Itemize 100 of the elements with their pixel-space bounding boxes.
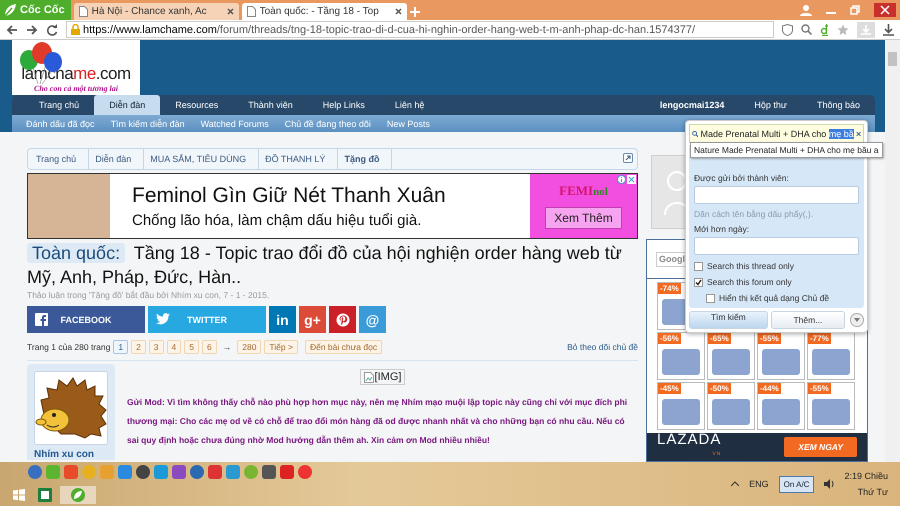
close-icon[interactable] xyxy=(394,8,402,15)
avatar[interactable] xyxy=(34,371,108,445)
language-indicator[interactable]: ENG xyxy=(749,479,769,489)
ad-banner[interactable]: Feminol Gìn Giữ Nét Thanh Xuân Chống lão hóa, làm chậm dấu hiệu tuổi già. FEMInol Xem Thêm xyxy=(27,173,638,239)
download-icon[interactable] xyxy=(883,24,894,36)
facebook-icon xyxy=(35,313,48,326)
breadcrumb-link[interactable]: Diễn đàn xyxy=(89,149,144,169)
user-icon[interactable] xyxy=(800,4,812,16)
page-link[interactable]: 2 xyxy=(131,340,146,354)
breadcrumb-link[interactable]: Tặng đồ xyxy=(338,149,392,169)
username-link[interactable]: lengocmai1234 xyxy=(644,95,740,115)
app-icon[interactable] xyxy=(172,465,186,479)
checkbox[interactable] xyxy=(694,262,703,270)
autocomplete-suggestion[interactable]: Nature Made Prenatal Multi + DHA cho mẹ bầu a xyxy=(690,142,882,158)
product-photo xyxy=(712,349,750,375)
nav-tab[interactable]: Diễn đàn xyxy=(94,95,160,115)
clock-day[interactable]: Thứ Tư xyxy=(858,487,888,497)
page-link[interactable]: 280 xyxy=(237,340,262,354)
forward-icon[interactable] xyxy=(26,24,38,36)
discount-badge: -55% xyxy=(808,383,831,394)
nav-tab[interactable]: Thành viên xyxy=(233,95,308,115)
page-summary: Trang 1 của 280 trang xyxy=(27,342,110,352)
close-icon[interactable] xyxy=(856,130,861,138)
discount-badge: -50% xyxy=(708,383,731,394)
pinterest-share-button[interactable] xyxy=(329,306,356,333)
popout-icon[interactable] xyxy=(623,153,633,163)
pinterest-icon xyxy=(336,312,350,326)
discount-badge: -44% xyxy=(758,383,781,394)
page-link[interactable]: 4 xyxy=(166,340,182,354)
discount-badge: -45% xyxy=(658,383,681,394)
search-field[interactable]: Made Prenatal Multi + DHA cho mẹ bầ xyxy=(689,124,864,143)
info-icon[interactable] xyxy=(617,175,626,184)
back-icon[interactable] xyxy=(6,24,18,36)
nav-link[interactable]: Thông báo xyxy=(802,95,875,115)
next-page-link[interactable]: Tiếp > xyxy=(264,340,298,354)
facebook-share-button[interactable]: FACEBOOK xyxy=(27,306,145,333)
nav-link[interactable]: Hộp thư xyxy=(739,95,802,115)
app-icon[interactable] xyxy=(136,465,150,479)
caret-icon xyxy=(854,318,860,322)
nav-tab[interactable]: Liên hệ xyxy=(380,95,440,115)
reload-icon[interactable] xyxy=(46,24,58,36)
ad-headline: Feminol Gìn Giữ Nét Thanh Xuân xyxy=(132,184,447,208)
brand-logo: FEMInol xyxy=(559,183,608,199)
scrollbar-thumb[interactable] xyxy=(888,52,897,66)
checkbox[interactable] xyxy=(706,294,715,302)
linkedin-share-button[interactable]: in xyxy=(269,306,296,333)
unread-link[interactable]: Đến bài chưa đọc xyxy=(304,340,382,354)
address-bar[interactable]: https://www.lamchame.com/forum/threads/tng-18-topic-trao-di-d-cua-hi-nghin-order-hang-web-t-m-anh-phap-dc-han.1574377/ xyxy=(66,21,774,38)
discount-badge: -56% xyxy=(658,333,681,344)
app-icon[interactable] xyxy=(298,465,312,479)
app-icon[interactable] xyxy=(280,465,294,479)
power-indicator[interactable]: On A/C xyxy=(778,476,814,492)
date-field[interactable] xyxy=(694,237,859,255)
windows-icon xyxy=(13,489,25,501)
search-icon[interactable] xyxy=(801,24,812,35)
app-icon[interactable] xyxy=(262,465,276,479)
app-icon[interactable] xyxy=(208,465,222,479)
shield-icon[interactable] xyxy=(782,24,793,36)
search-button[interactable]: Tìm kiếm xyxy=(689,311,768,329)
checkbox[interactable] xyxy=(694,278,703,286)
page-link[interactable]: 6 xyxy=(202,340,217,354)
author-name[interactable]: Nhím xu con xyxy=(34,449,108,460)
member-field[interactable] xyxy=(694,186,859,204)
app-icon[interactable] xyxy=(190,465,204,479)
field-label: Được gửi bởi thành viên: xyxy=(694,173,790,183)
nav-tab[interactable]: Help Links xyxy=(308,95,380,115)
app-icon[interactable] xyxy=(28,465,42,479)
nav-tab[interactable]: Resources xyxy=(160,95,234,115)
page-icon xyxy=(246,6,256,17)
taskbar-app[interactable] xyxy=(60,486,96,504)
nav-tab[interactable]: Trang chủ xyxy=(24,95,94,115)
restore-icon[interactable] xyxy=(850,5,860,15)
breadcrumb-link[interactable]: Trang chủ xyxy=(30,149,90,169)
page-link[interactable]: 1 xyxy=(113,340,128,354)
browser-tab[interactable]: Hà Nội - Chance xanh, Ac xyxy=(74,3,239,20)
close-icon[interactable] xyxy=(627,175,636,184)
dropdown-button[interactable] xyxy=(850,313,864,327)
breadcrumb-link[interactable]: MUA SẮM, TIÊU DÙNG xyxy=(144,149,260,169)
page-link[interactable]: 3 xyxy=(148,340,164,354)
view-more-button[interactable]: Xem Thêm xyxy=(545,207,622,229)
speaker-icon[interactable] xyxy=(824,479,834,489)
thread-meta: Thảo luận trong 'Tặng đồ' bắt đầu bởi Nhím xu con, 7 - 1 - 2015. xyxy=(27,290,270,300)
clock-time[interactable]: 2:19 Chiều xyxy=(844,471,888,481)
unwatch-link[interactable]: Bỏ theo dõi chủ đề xyxy=(567,342,638,352)
product-photo xyxy=(712,399,750,425)
post-text: Gửi Mod: Vì tìm không thấy chỗ nào phù hợp hơn mục này, nên mẹ Nhím mạo muội lập topic này cũng chỉ với mục đích phi thương mại: Cho các mẹ od về có chỗ để trao đổi món hàng đã od được nhanh nhất và cho những bạn có nhu cầu. Nếu có sai quy định hoặc chưa đúng nhờ Mod hướng dẫn thêm ah. Xin cảm ơn Mod nhiều nhiều! xyxy=(127,396,628,447)
breadcrumb-link[interactable]: ĐỒ THANH LÝ xyxy=(259,149,338,169)
dong-sign-icon[interactable] xyxy=(820,24,829,36)
browser-tab[interactable]: Toàn quốc: - Tầng 18 - Top xyxy=(242,3,407,20)
close-icon[interactable] xyxy=(874,3,896,17)
product-photo xyxy=(762,399,800,425)
star-icon[interactable] xyxy=(837,24,849,36)
page-link[interactable]: 5 xyxy=(184,340,199,354)
checkbox-label: Search this thread only xyxy=(707,261,794,271)
googleplus-share-button[interactable]: g+ xyxy=(299,306,326,333)
lock-icon xyxy=(71,24,80,35)
checkbox-label: Hiển thị kết quả dạng Chủ đề xyxy=(719,293,830,303)
close-icon[interactable] xyxy=(226,8,234,15)
chevron-up-icon[interactable] xyxy=(731,481,740,487)
more-button[interactable]: Thêm... xyxy=(770,311,846,329)
